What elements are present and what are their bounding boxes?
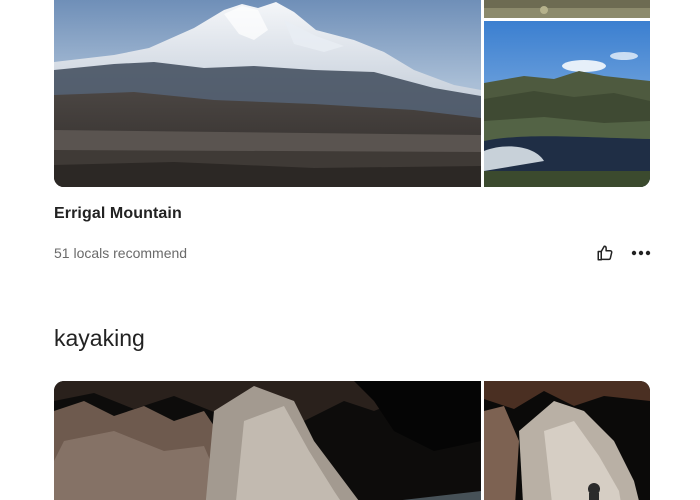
guidebook-page: Errigal Mountain 51 locals recommend kay…: [0, 0, 700, 500]
landscape-photo[interactable]: [484, 0, 650, 18]
recommend-count: 51 locals recommend: [54, 245, 188, 261]
place-title[interactable]: Errigal Mountain: [54, 205, 182, 223]
sea-cave-photo[interactable]: [54, 381, 481, 500]
sea-cave-photo[interactable]: [484, 381, 650, 500]
place-actions: [594, 242, 652, 264]
place-photo-grid[interactable]: [54, 0, 650, 187]
thumbs-up-icon[interactable]: [594, 242, 616, 264]
section-heading: kayaking: [54, 325, 145, 351]
lake-hills-photo[interactable]: [484, 21, 650, 187]
kayaking-photo-grid[interactable]: [54, 381, 650, 500]
more-options-icon[interactable]: [630, 242, 652, 264]
errigal-mountain-photo[interactable]: [54, 0, 481, 187]
